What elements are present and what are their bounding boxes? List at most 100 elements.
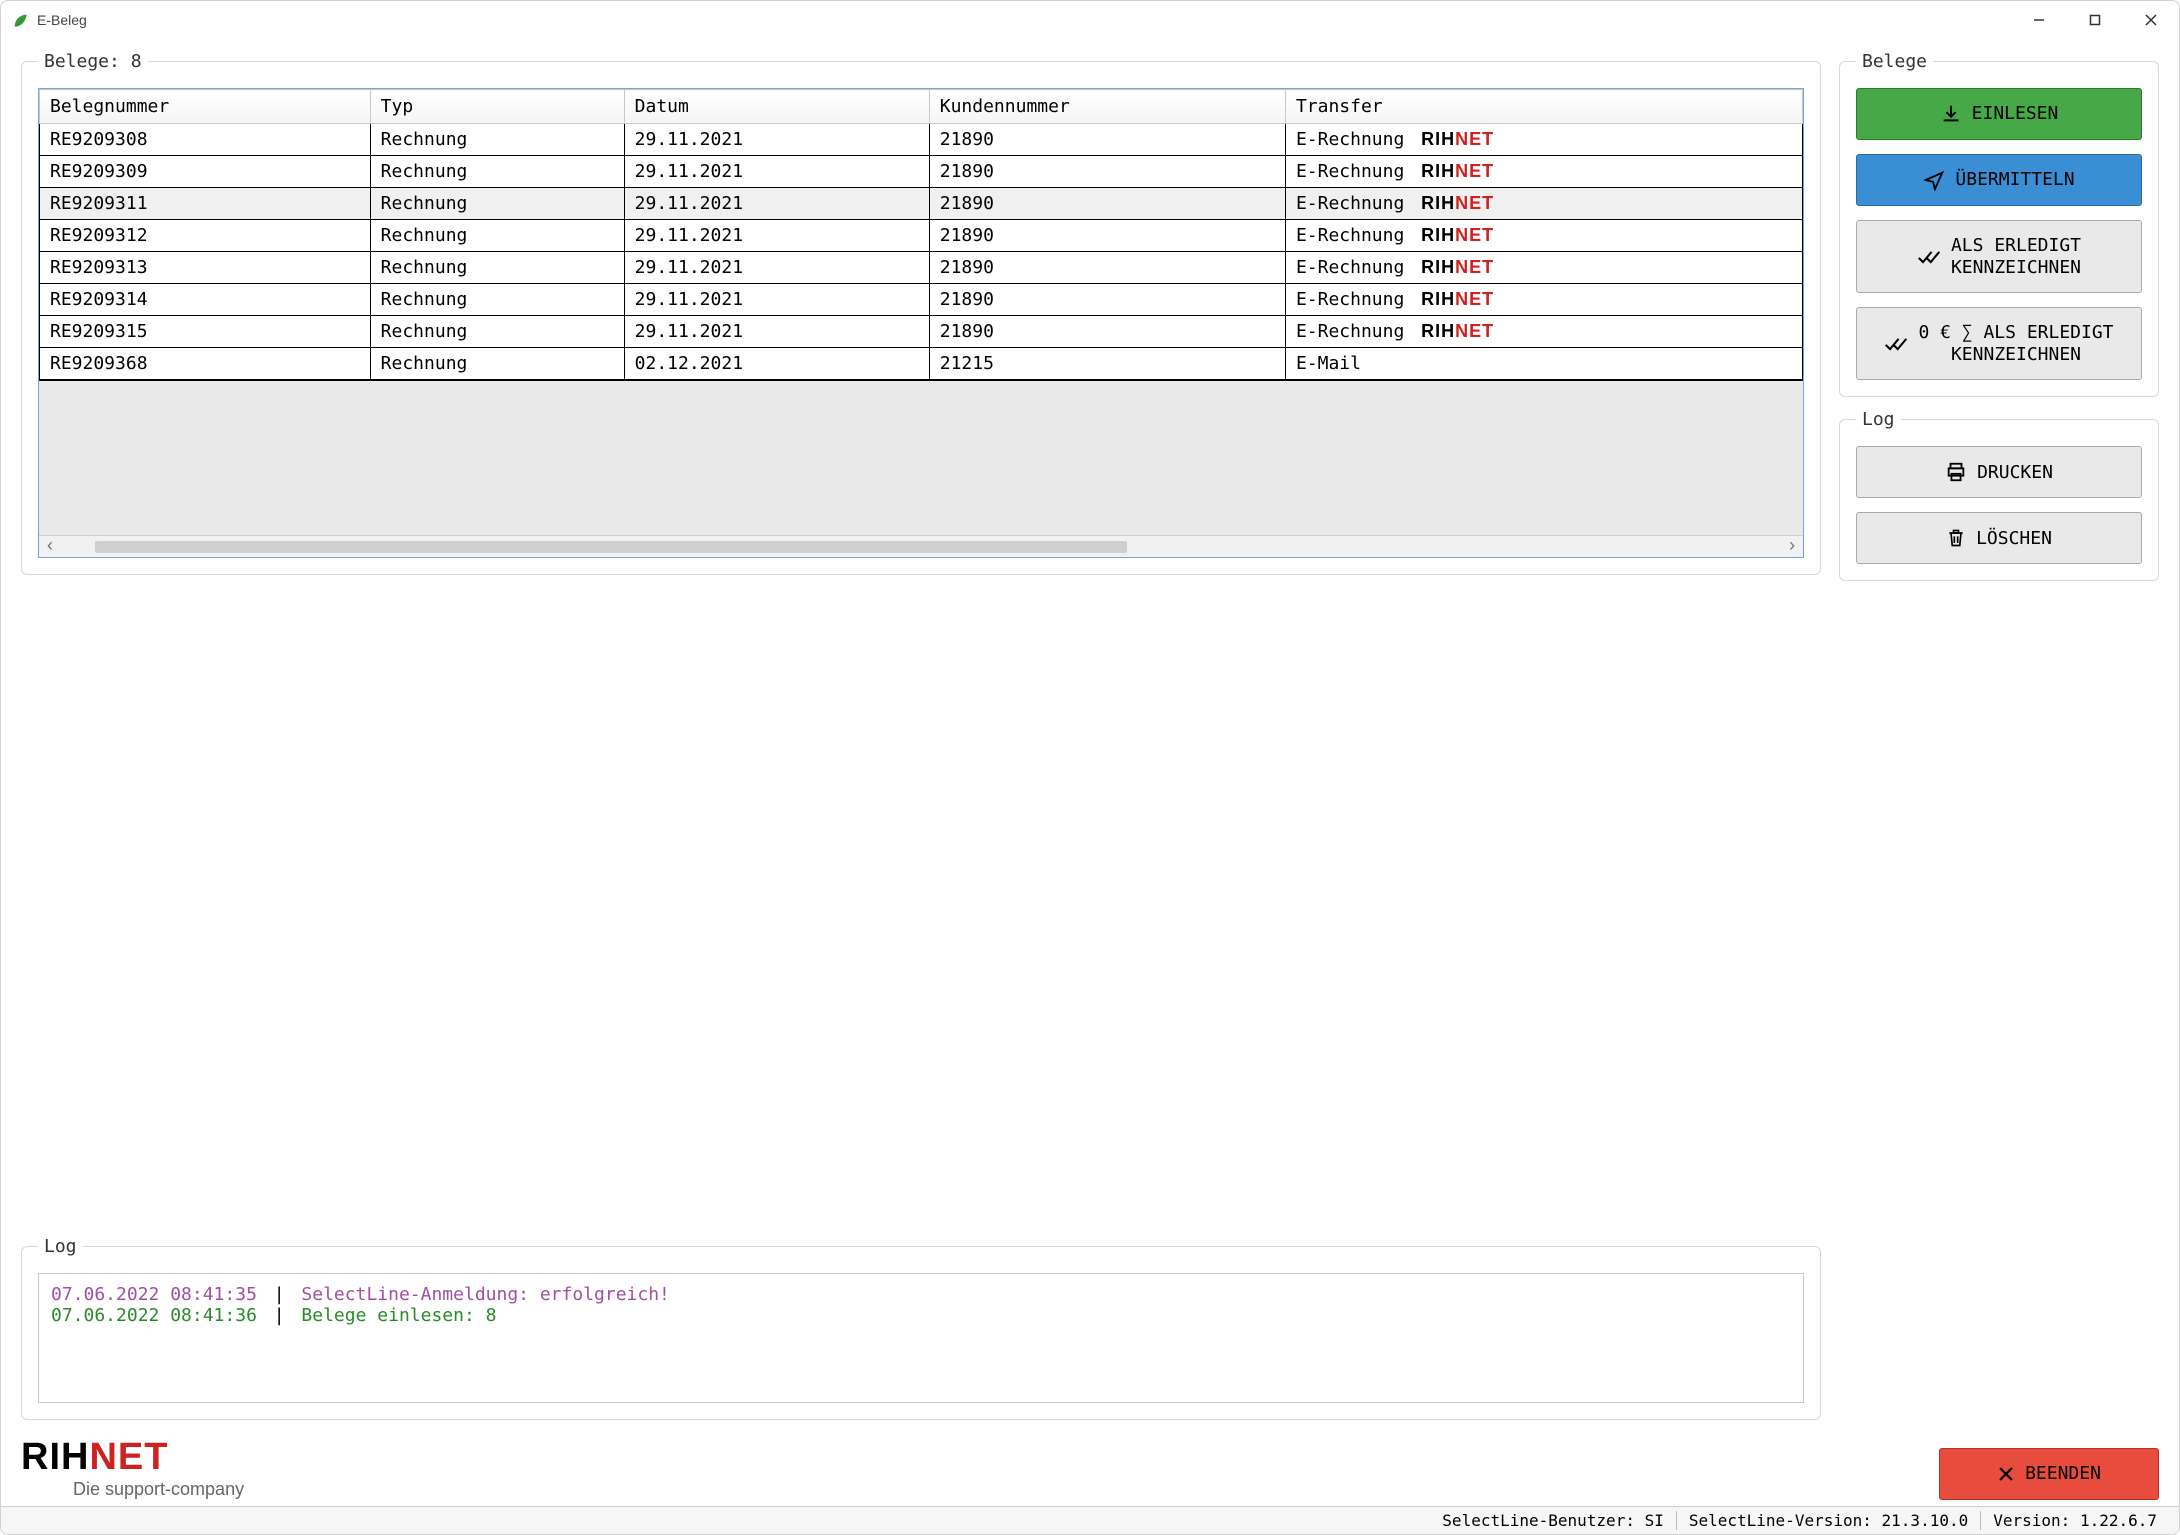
table-cell-transfer: E-Rechnung RIHNET	[1285, 188, 1802, 220]
rihnet-logo-icon: RIHNET	[1421, 225, 1494, 245]
rihnet-logo-icon: RIHNET	[1421, 321, 1494, 341]
column-header[interactable]: Transfer	[1285, 90, 1802, 124]
table-row[interactable]: RE9209368Rechnung02.12.202121215E-Mail	[40, 348, 1803, 380]
log-line: 07.06.2022 08:41:35 | SelectLine-Anmeldu…	[51, 1284, 1791, 1305]
double-check-icon	[1884, 334, 1908, 354]
drucken-button[interactable]: DRUCKEN	[1856, 446, 2142, 498]
table-cell: 29.11.2021	[624, 156, 929, 188]
belege-table[interactable]: BelegnummerTypDatumKundennummerTransfer …	[39, 89, 1803, 380]
table-cell: 21890	[929, 252, 1285, 284]
loeschen-button[interactable]: LÖSCHEN	[1856, 512, 2142, 564]
uebermitteln-button[interactable]: ÜBERMITTELN	[1856, 154, 2142, 206]
table-cell: Rechnung	[370, 316, 624, 348]
column-header[interactable]: Typ	[370, 90, 624, 124]
column-header[interactable]: Kundennummer	[929, 90, 1285, 124]
statusbar: SelectLine-Benutzer: SI SelectLine-Versi…	[1, 1506, 2179, 1534]
table-cell: RE9209368	[40, 348, 371, 380]
table-cell: Rechnung	[370, 220, 624, 252]
mark-done-button[interactable]: ALS ERLEDIGT KENNZEICHNEN	[1856, 220, 2142, 293]
table-row[interactable]: RE9209311Rechnung29.11.202121890E-Rechnu…	[40, 188, 1803, 220]
belege-table-container: BelegnummerTypDatumKundennummerTransfer …	[38, 88, 1804, 558]
table-cell: 21890	[929, 220, 1285, 252]
scroll-right-icon[interactable]: ›	[1781, 537, 1803, 557]
table-cell: Rechnung	[370, 156, 624, 188]
table-cell-transfer: E-Rechnung RIHNET	[1285, 156, 1802, 188]
rihnet-logo-icon: RIHNET	[1421, 257, 1494, 277]
table-cell: 21890	[929, 124, 1285, 156]
table-cell: 29.11.2021	[624, 316, 929, 348]
table-row[interactable]: RE9209308Rechnung29.11.202121890E-Rechnu…	[40, 124, 1803, 156]
log-legend: Log	[38, 1236, 83, 1257]
column-header[interactable]: Datum	[624, 90, 929, 124]
table-cell-transfer: E-Rechnung RIHNET	[1285, 284, 1802, 316]
titlebar: E-Beleg	[1, 1, 2179, 39]
table-cell: Rechnung	[370, 124, 624, 156]
mark-zero-done-button[interactable]: 0 € ∑ ALS ERLEDIGT KENNZEICHNEN	[1856, 307, 2142, 380]
app-window: E-Beleg Belege: 8 BelegnummerTypDatumKun…	[0, 0, 2180, 1535]
download-icon	[1940, 103, 1962, 125]
trash-icon	[1946, 527, 1966, 549]
table-cell: 21890	[929, 284, 1285, 316]
table-row[interactable]: RE9209315Rechnung29.11.202121890E-Rechnu…	[40, 316, 1803, 348]
table-cell: Rechnung	[370, 252, 624, 284]
table-cell: RE9209312	[40, 220, 371, 252]
table-cell: 29.11.2021	[624, 124, 929, 156]
table-cell: 21890	[929, 156, 1285, 188]
log-group: Log 07.06.2022 08:41:35 | SelectLine-Anm…	[21, 1236, 1821, 1420]
maximize-button[interactable]	[2067, 1, 2123, 39]
actions-belege-group: Belege EINLESEN ÜBERMITTELN	[1839, 51, 2159, 397]
rihnet-logo-icon: RIHNET	[1421, 193, 1494, 213]
table-cell: 21890	[929, 316, 1285, 348]
log-output[interactable]: 07.06.2022 08:41:35 | SelectLine-Anmeldu…	[38, 1273, 1804, 1403]
table-row[interactable]: RE9209313Rechnung29.11.202121890E-Rechnu…	[40, 252, 1803, 284]
table-cell-transfer: E-Rechnung RIHNET	[1285, 220, 1802, 252]
table-empty-area	[39, 380, 1803, 535]
table-cell: 02.12.2021	[624, 348, 929, 380]
table-cell: 21890	[929, 188, 1285, 220]
table-cell-transfer: E-Rechnung RIHNET	[1285, 316, 1802, 348]
table-cell: 29.11.2021	[624, 284, 929, 316]
table-cell-transfer: E-Mail	[1285, 348, 1802, 380]
belege-legend: Belege: 8	[38, 51, 148, 72]
table-cell: RE9209315	[40, 316, 371, 348]
rihnet-logo-icon: RIHNET	[1421, 161, 1494, 181]
beenden-button[interactable]: BEENDEN	[1939, 1448, 2159, 1500]
double-check-icon	[1917, 247, 1941, 267]
table-cell-transfer: E-Rechnung RIHNET	[1285, 252, 1802, 284]
rihnet-logo-icon: RIHNET	[1421, 129, 1494, 149]
table-cell: RE9209313	[40, 252, 371, 284]
table-cell: Rechnung	[370, 284, 624, 316]
table-cell: RE9209308	[40, 124, 371, 156]
actions-belege-legend: Belege	[1856, 51, 1933, 72]
log-line: 07.06.2022 08:41:36 | Belege einlesen: 8	[51, 1305, 1791, 1326]
print-icon	[1945, 461, 1967, 483]
close-button[interactable]	[2123, 1, 2179, 39]
column-header[interactable]: Belegnummer	[40, 90, 371, 124]
scroll-thumb[interactable]	[95, 541, 1127, 553]
table-cell: 29.11.2021	[624, 220, 929, 252]
table-row[interactable]: RE9209312Rechnung29.11.202121890E-Rechnu…	[40, 220, 1803, 252]
table-cell: RE9209311	[40, 188, 371, 220]
leaf-icon	[11, 11, 29, 29]
table-row[interactable]: RE9209309Rechnung29.11.202121890E-Rechnu…	[40, 156, 1803, 188]
table-cell: RE9209314	[40, 284, 371, 316]
actions-log-group: Log DRUCKEN LÖSCHEN	[1839, 409, 2159, 581]
actions-log-legend: Log	[1856, 409, 1901, 430]
table-cell: Rechnung	[370, 188, 624, 220]
horizontal-scrollbar[interactable]: ‹ ›	[39, 535, 1803, 557]
minimize-button[interactable]	[2011, 1, 2067, 39]
table-cell-transfer: E-Rechnung RIHNET	[1285, 124, 1802, 156]
table-cell: Rechnung	[370, 348, 624, 380]
belege-group: Belege: 8 BelegnummerTypDatumKundennumme…	[21, 51, 1821, 575]
einlesen-button[interactable]: EINLESEN	[1856, 88, 2142, 140]
scroll-left-icon[interactable]: ‹	[39, 537, 61, 557]
table-cell: 21215	[929, 348, 1285, 380]
table-row[interactable]: RE9209314Rechnung29.11.202121890E-Rechnu…	[40, 284, 1803, 316]
table-cell: RE9209309	[40, 156, 371, 188]
rihnet-logo-icon: RIHNET	[1421, 289, 1494, 309]
send-icon	[1923, 169, 1945, 191]
table-cell: 29.11.2021	[624, 252, 929, 284]
close-icon	[1997, 1465, 2015, 1483]
brand-logo: RIHNET Die support-company	[21, 1436, 244, 1500]
table-cell: 29.11.2021	[624, 188, 929, 220]
